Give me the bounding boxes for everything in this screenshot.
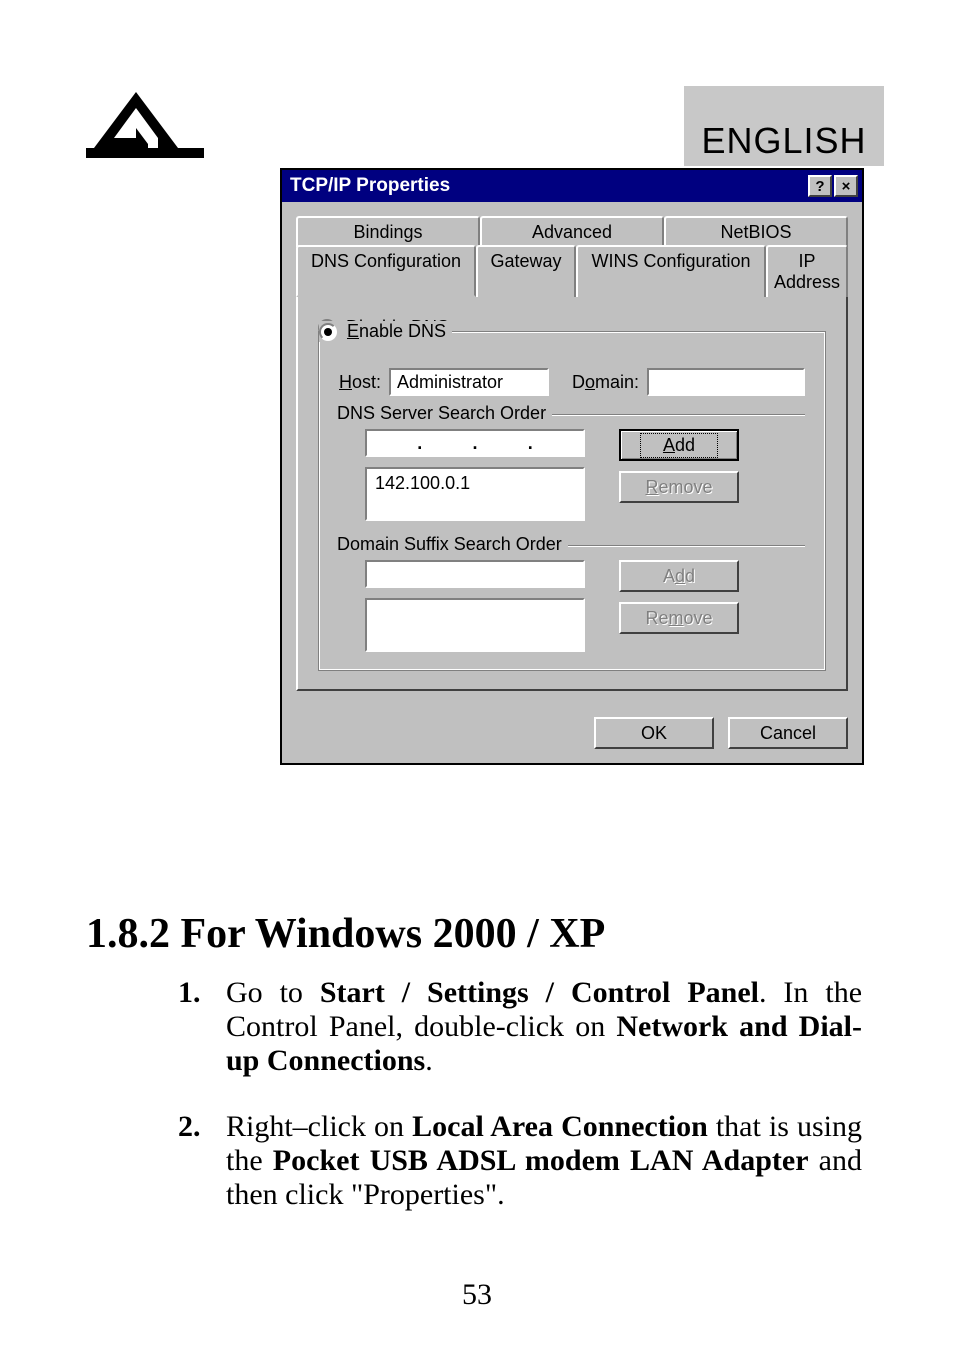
domain-input[interactable] [647,368,805,396]
tab-dns-configuration[interactable]: DNS Configuration [296,245,476,297]
close-icon: × [842,178,851,195]
enable-dns-radio[interactable]: Enable DNS [319,321,452,342]
host-label: Host: [339,372,381,393]
tabs-row-back: Bindings Advanced NetBIOS [296,216,848,247]
tab-bindings[interactable]: Bindings [296,216,480,247]
help-button[interactable]: ? [808,175,832,197]
domain-suffix-title: Domain Suffix Search Order [331,534,568,555]
tab-gateway[interactable]: Gateway [476,245,576,297]
domain-suffix-section: Domain Suffix Search Order Add Remove [339,545,805,652]
dialog-title: TCP/IP Properties [286,175,450,197]
dialog-actions: OK Cancel [282,705,862,763]
suffix-remove-button[interactable]: Remove [619,602,739,634]
tcpip-properties-dialog: TCP/IP Properties ? × Bindings Advanced … [280,168,864,765]
close-button[interactable]: × [834,175,858,197]
tabs-row-front: DNS Configuration Gateway WINS Configura… [296,245,848,297]
item-number: 2. [178,1110,201,1144]
language-label: ENGLISH [701,120,866,162]
dns-panel: Disable DNS Enable DNS Host: Domain: [296,295,848,691]
dns-server-list[interactable]: 142.100.0.1 [365,467,585,521]
list-item: 2. Right–click on Local Area Connection … [226,1110,862,1212]
domain-label: Domain: [572,372,639,393]
section-heading: 1.8.2 For Windows 2000 / XP [86,910,605,958]
language-header: ENGLISH [684,86,884,166]
tab-wins-configuration[interactable]: WINS Configuration [576,245,766,297]
tab-netbios[interactable]: NetBIOS [664,216,848,247]
item-number: 1. [178,976,201,1010]
enable-dns-label: Enable DNS [347,321,446,342]
suffix-input[interactable] [365,560,585,588]
brand-logo [86,86,206,167]
dns-remove-button[interactable]: Remove [619,471,739,503]
ok-button[interactable]: OK [594,717,714,749]
tab-ip-address[interactable]: IP Address [766,245,848,297]
dns-ip-input[interactable]: ... [365,429,585,457]
suffix-list[interactable] [365,598,585,652]
dialog-titlebar: TCP/IP Properties ? × [282,170,862,202]
suffix-add-button[interactable]: Add [619,560,739,592]
host-input[interactable] [389,368,549,396]
dns-add-button[interactable]: Add [619,429,739,461]
tab-advanced[interactable]: Advanced [480,216,664,247]
enable-dns-group: Enable DNS Host: Domain: DNS Server Sear… [318,331,826,671]
cancel-button[interactable]: Cancel [728,717,848,749]
list-item: 1. Go to Start / Settings / Control Pane… [226,976,862,1078]
page-number: 53 [0,1278,954,1312]
radio-icon [319,323,337,341]
dns-search-order-section: DNS Server Search Order ... 142.100.0.1 … [339,414,805,521]
dns-search-title: DNS Server Search Order [331,403,552,424]
help-icon: ? [815,178,824,195]
